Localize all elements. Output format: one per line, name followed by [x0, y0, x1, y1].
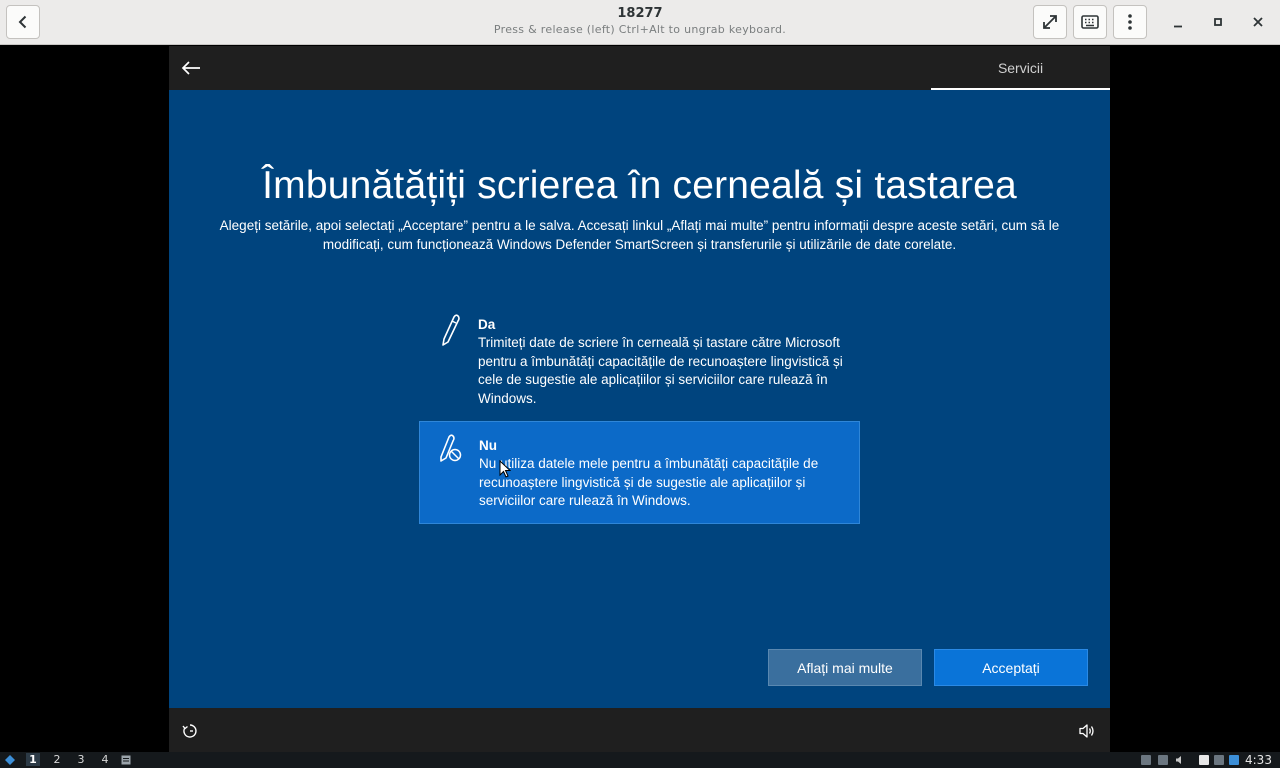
option-da[interactable]: Da Trimiteți date de scriere în cerneală…: [419, 304, 860, 412]
chevron-left-icon: [18, 15, 27, 29]
more-vertical-icon: [1128, 14, 1132, 30]
page-description: Alegeți setările, apoi selectați „Accept…: [219, 218, 1060, 252]
oobe-footer: [169, 708, 1110, 752]
start-menu-icon[interactable]: [5, 755, 15, 765]
arrow-left-icon: [181, 61, 200, 75]
page-title: Îmbunătățiți scrierea în cerneală și tas…: [262, 164, 1017, 207]
app-window-icon[interactable]: [121, 755, 131, 765]
tray-window-icon[interactable]: [1214, 755, 1224, 765]
maximize-icon: [1214, 18, 1222, 26]
option-description: Trimiteți date de scriere în cerneală și…: [478, 335, 843, 406]
tray-status-icon[interactable]: [1229, 755, 1239, 765]
learn-more-button[interactable]: Aflați mai multe: [768, 649, 922, 686]
clock: 4:33: [1245, 753, 1272, 767]
keyboard-button[interactable]: [1073, 5, 1107, 39]
oobe-back-button[interactable]: [179, 56, 203, 80]
accessibility-icon[interactable]: [181, 722, 199, 740]
option-nu[interactable]: Nu Nu utiliza datele mele pentru a îmbun…: [419, 421, 860, 524]
menu-button[interactable]: [1113, 5, 1147, 39]
tray-display-icon[interactable]: [1158, 755, 1168, 765]
close-button[interactable]: [1248, 12, 1268, 32]
pen-blocked-icon: [440, 434, 462, 462]
workspace-2[interactable]: 2: [50, 753, 64, 766]
minimize-button[interactable]: [1168, 12, 1188, 32]
oobe-header: Servicii: [169, 46, 1110, 90]
option-label: Da: [478, 317, 496, 332]
option-description: Nu utiliza datele mele pentru a îmbunătă…: [479, 456, 819, 508]
tray-notes-icon[interactable]: [1199, 755, 1209, 765]
back-button[interactable]: [6, 5, 40, 39]
fullscreen-button[interactable]: [1033, 5, 1067, 39]
host-taskbar: 1 2 3 4 4:33: [0, 752, 1280, 768]
tray-network-icon[interactable]: [1141, 755, 1151, 765]
pen-icon: [442, 314, 460, 346]
viewer-subtitle: Press & release (left) Ctrl+Alt to ungra…: [493, 23, 787, 36]
volume-icon[interactable]: [1078, 723, 1096, 739]
workspace-1[interactable]: 1: [26, 753, 40, 766]
mouse-cursor-icon: [499, 460, 511, 478]
tab-servicii[interactable]: Servicii: [931, 46, 1110, 90]
fullscreen-icon: [1043, 15, 1057, 29]
workspace-3[interactable]: 3: [74, 753, 88, 766]
close-icon: [1253, 17, 1263, 27]
option-label: Nu: [479, 438, 497, 453]
viewer-header-bar: 18277 Press & release (left) Ctrl+Alt to…: [0, 0, 1280, 45]
minimize-icon: [1174, 25, 1182, 28]
viewer-title: 18277: [617, 6, 663, 21]
workspace-4[interactable]: 4: [98, 753, 112, 766]
accept-button[interactable]: Acceptați: [934, 649, 1088, 686]
vm-screen: Servicii Îmbunătățiți scrierea în cernea…: [169, 46, 1110, 752]
maximize-button[interactable]: [1208, 12, 1228, 32]
tray-volume-icon[interactable]: [1175, 755, 1185, 765]
keyboard-icon: [1081, 15, 1099, 29]
